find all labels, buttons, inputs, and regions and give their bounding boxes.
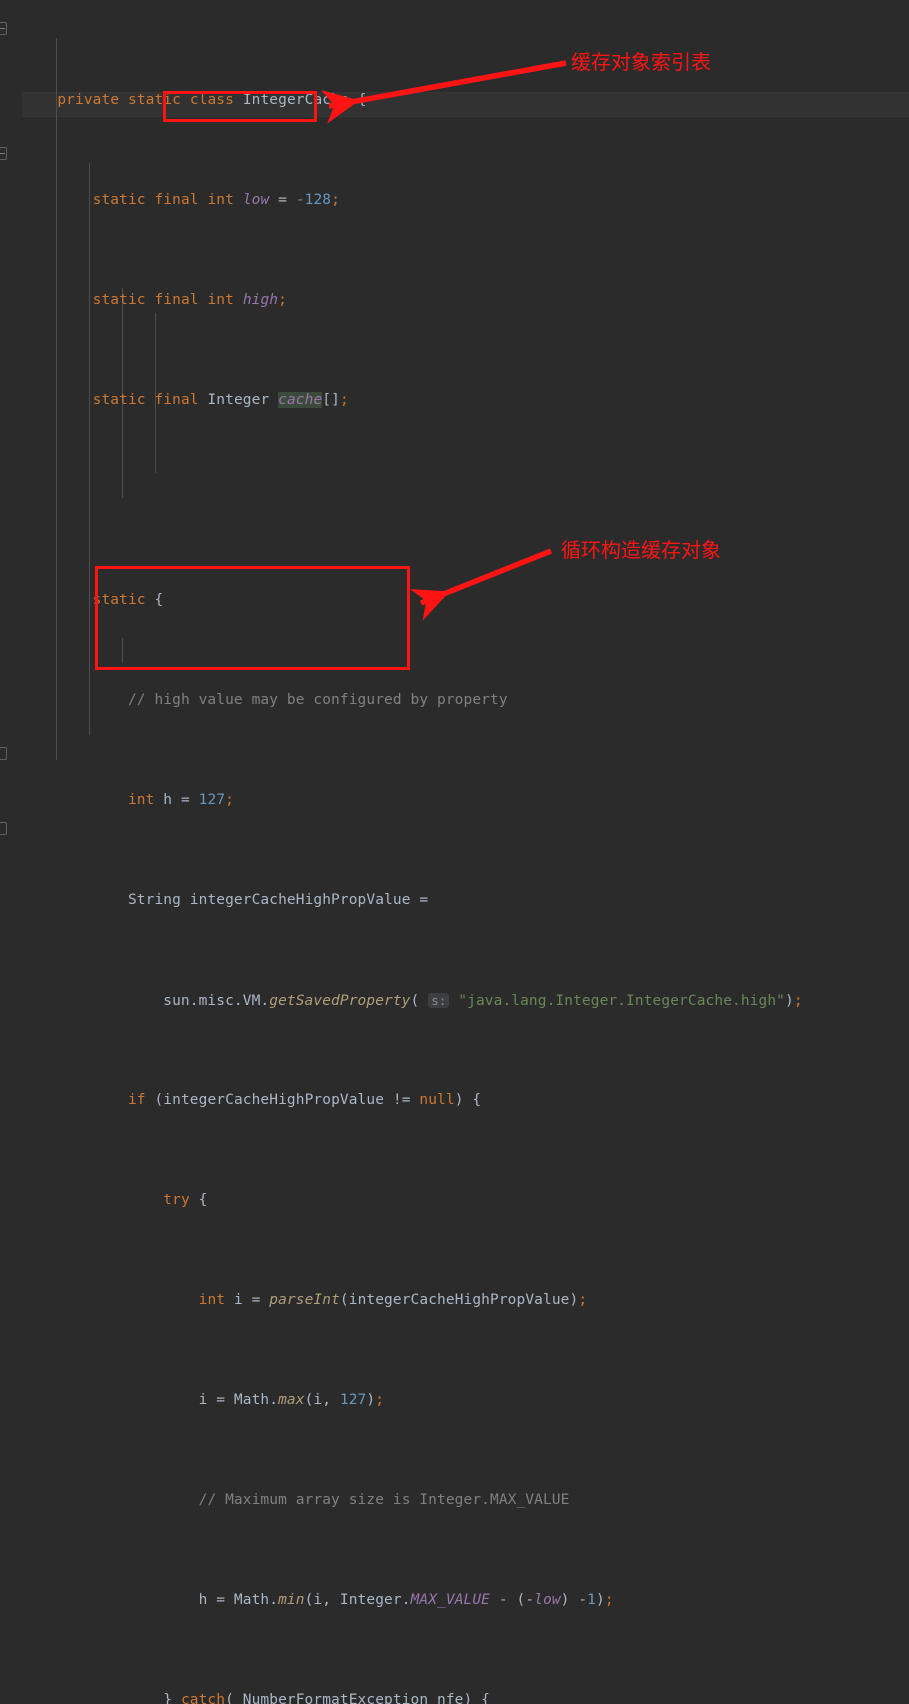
code-content[interactable]: private static class IntegerCache { stat…: [22, 0, 909, 1704]
annotation-label-cache-declaration: 缓存对象索引表: [571, 50, 711, 74]
token-keyword: try: [163, 1192, 190, 1208]
token-keyword: int: [207, 192, 234, 208]
token-string: "java.lang.Integer.IntegerCache.high": [458, 993, 785, 1009]
token-number: 1: [587, 1592, 597, 1608]
token-keyword: static: [92, 392, 146, 408]
token-field-low: low: [534, 1592, 561, 1608]
token-keyword: int: [127, 792, 155, 808]
code-line[interactable]: static final int high;: [22, 288, 909, 313]
code-line[interactable]: static final int low = -128;: [22, 188, 909, 213]
token-method: getSavedProperty: [269, 993, 411, 1009]
fold-marker-icon[interactable]: [0, 147, 7, 160]
code-line[interactable]: // high value may be configured by prope…: [22, 688, 909, 713]
token-keyword: static: [92, 192, 146, 208]
code-line[interactable]: if (integerCacheHighPropValue != null) {: [22, 1088, 909, 1113]
editor-gutter[interactable]: [0, 0, 22, 852]
token-type: Integer: [339, 1592, 402, 1608]
token-keyword: final: [154, 292, 199, 308]
code-line[interactable]: // Maximum array size is Integer.MAX_VAL…: [22, 1488, 909, 1513]
token-keyword: final: [154, 192, 199, 208]
annotation-box-cache-declaration: [163, 91, 317, 122]
annotation-label-cache-loop: 循环构造缓存对象: [561, 538, 721, 562]
fold-marker-icon[interactable]: [0, 22, 7, 35]
token-method: max: [278, 1392, 305, 1408]
token-keyword: int: [207, 292, 234, 308]
code-line[interactable]: int h = 127;: [22, 788, 909, 813]
code-line[interactable]: int i = parseInt(integerCacheHighPropVal…: [22, 1288, 909, 1313]
token-keyword: final: [154, 392, 199, 408]
token-comment: // Maximum array size is Integer.MAX_VAL…: [198, 1492, 570, 1508]
code-line[interactable]: private static class IntegerCache {: [22, 88, 909, 113]
token-comment: // high value may be configured by prope…: [127, 692, 508, 708]
code-line[interactable]: String integerCacheHighPropValue =: [22, 888, 909, 913]
token-field-low: low: [242, 192, 270, 208]
code-line-cache-declaration[interactable]: static final Integer cache[];: [22, 388, 909, 413]
code-line[interactable]: h = Math.min(i, Integer.MAX_VALUE - (-lo…: [22, 1588, 909, 1613]
fold-marker-icon[interactable]: [0, 822, 7, 835]
fold-marker-icon[interactable]: [0, 747, 7, 760]
inlay-parameter-hint[interactable]: s:: [428, 993, 450, 1008]
token-keyword: catch: [180, 1692, 226, 1704]
code-line[interactable]: try {: [22, 1188, 909, 1213]
token-field-cache: cache: [278, 392, 323, 408]
token-type: String: [127, 892, 181, 908]
token-number: 127: [339, 1392, 367, 1408]
token-type: Integer: [207, 392, 270, 408]
code-editor[interactable]: private static class IntegerCache { stat…: [0, 0, 909, 1704]
token-method: min: [278, 1592, 305, 1608]
token-keyword: null: [419, 1092, 455, 1108]
token-keyword: static: [92, 292, 146, 308]
token-keyword: if: [127, 1092, 146, 1108]
token-method: parseInt: [269, 1292, 340, 1308]
annotation-box-cache-loop: [95, 566, 410, 670]
token-constant: MAX_VALUE: [410, 1592, 491, 1608]
token-keyword: int: [198, 1292, 226, 1308]
token-keyword: private: [57, 92, 120, 108]
code-line-blank[interactable]: [22, 488, 909, 513]
code-line[interactable]: i = Math.max(i, 127);: [22, 1388, 909, 1413]
token-field-high: high: [242, 292, 279, 308]
code-line[interactable]: } catch( NumberFormatException nfe) {: [22, 1688, 909, 1704]
token-number: -128: [295, 192, 332, 208]
code-line[interactable]: sun.misc.VM.getSavedProperty( s: "java.l…: [22, 988, 909, 1013]
token-number: 127: [198, 792, 226, 808]
